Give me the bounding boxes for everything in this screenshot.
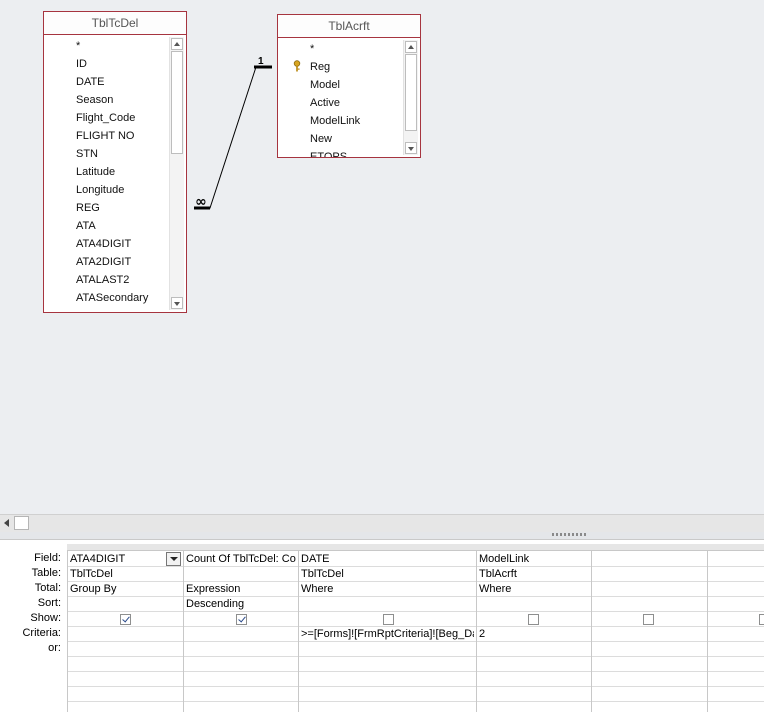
total-cell[interactable]: Group By [70,582,181,597]
total-cell[interactable]: Expression [186,582,296,597]
row-label-field: Field: [34,552,61,564]
relationship-one-label: 1 [258,56,264,67]
scroll-thumb[interactable] [14,516,29,530]
table-cell[interactable]: TblTcDel [301,567,474,582]
splitter-grip-icon[interactable] [552,533,588,536]
field-dropdown-button[interactable] [166,552,181,566]
show-checkbox[interactable] [528,614,539,625]
show-checkbox[interactable] [120,614,131,625]
pane-splitter[interactable] [0,532,764,540]
grid-column[interactable]: ATA4DIGIT TblTcDel Group By [67,551,183,712]
show-checkbox[interactable] [643,614,654,625]
scroll-left-icon[interactable] [1,517,13,529]
row-label-total: Total: [34,582,61,594]
field-cell[interactable]: ModelLink [479,552,589,567]
field-cell[interactable] [710,552,762,567]
show-checkbox[interactable] [759,614,764,625]
row-label-show: Show: [30,612,61,624]
relationship-join-line[interactable]: 1 ∞ [0,0,764,514]
sort-cell[interactable] [301,597,474,612]
criteria-cell[interactable]: 2 [479,627,589,642]
join-line-path[interactable] [194,66,272,209]
row-label-or: or: [48,642,61,654]
query-design-surface[interactable]: TblTcDel * ID DATE Season Flight_Code FL… [0,0,764,514]
column-selector-bar[interactable] [67,544,764,551]
table-cell[interactable]: TblTcDel [70,567,181,582]
sort-cell[interactable] [479,597,589,612]
criteria-cell[interactable]: >=[Forms]![FrmRptCriteria]![Beg_Date] [301,627,474,642]
total-cell[interactable]: Where [301,582,474,597]
grid-column[interactable] [707,551,764,712]
query-design-grid[interactable]: Field: Table: Total: Sort: Show: Criteri… [0,540,764,712]
grid-column[interactable]: DATE TblTcDel Where >=[Forms]![FrmRptCri… [298,551,476,712]
grid-column[interactable] [591,551,707,712]
show-checkbox[interactable] [383,614,394,625]
grid-row-labels: Field: Table: Total: Sort: Show: Criteri… [0,540,67,712]
total-cell[interactable] [594,582,705,597]
row-label-table: Table: [31,567,61,579]
show-checkbox[interactable] [236,614,247,625]
criteria-cell[interactable] [186,627,296,642]
table-cell[interactable]: TblAcrft [479,567,589,582]
design-horizontal-scrollbar[interactable] [0,514,764,532]
criteria-cell[interactable] [594,627,705,642]
grid-column[interactable]: Count Of TblTcDel: Count(TblTcDel.ID) Ex… [183,551,298,712]
row-label-criteria: Criteria: [22,627,61,639]
sort-cell[interactable] [70,597,181,612]
grid-column[interactable]: ModelLink TblAcrft Where 2 [476,551,591,712]
table-cell[interactable] [594,567,705,582]
field-cell[interactable]: ATA4DIGIT [70,552,165,567]
field-cell[interactable]: DATE [301,552,474,567]
criteria-cell[interactable] [70,627,181,642]
field-cell[interactable] [594,552,705,567]
sort-cell[interactable]: Descending [186,597,296,612]
field-cell[interactable]: Count Of TblTcDel: Count(TblTcDel.ID) [186,552,296,567]
table-cell[interactable] [186,567,296,582]
row-label-sort: Sort: [37,597,61,609]
relationship-many-label: ∞ [195,194,207,210]
total-cell[interactable]: Where [479,582,589,597]
